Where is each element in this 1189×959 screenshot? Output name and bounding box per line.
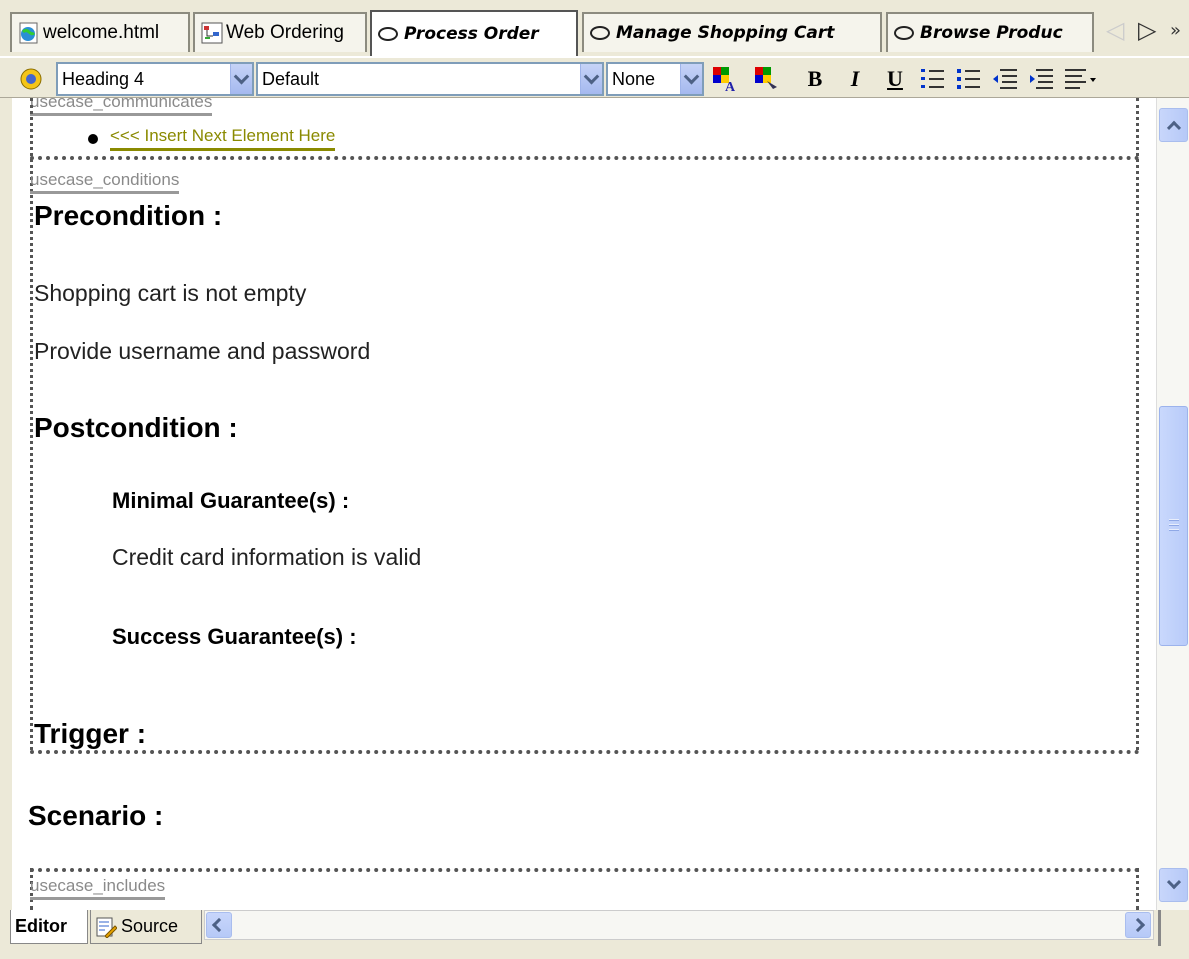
- tab-manage-shopping-cart[interactable]: Manage Shopping Cart: [582, 12, 882, 52]
- insert-next-element-placeholder[interactable]: <<< Insert Next Element Here: [110, 126, 336, 151]
- tab-web-ordering[interactable]: Web Ordering: [193, 12, 367, 52]
- scroll-right-button[interactable]: [1125, 912, 1151, 938]
- tab-source[interactable]: Source: [90, 910, 202, 944]
- tab-scroll-right-icon[interactable]: ▷: [1138, 16, 1156, 44]
- tab-label: Process Order: [404, 24, 539, 44]
- usecase-oval-icon: [894, 26, 914, 40]
- document-editor[interactable]: usecase_communicates <<< Insert Next Ele…: [12, 98, 1156, 910]
- tab-label: welcome.html: [43, 22, 160, 43]
- horizontal-scrollbar[interactable]: [204, 910, 1154, 940]
- region-border-left: [30, 98, 33, 750]
- tab-browse-products[interactable]: Browse Produc: [886, 12, 1094, 52]
- region-border-right: [1136, 868, 1139, 910]
- vertical-scrollbar[interactable]: [1156, 98, 1189, 910]
- tab-scroll-left-icon[interactable]: ◁: [1106, 16, 1124, 44]
- paragraph-style-value: Heading 4: [62, 69, 145, 89]
- resize-handle[interactable]: [1153, 910, 1161, 946]
- usecase-oval-icon: [378, 27, 398, 41]
- document-tab-strip: welcome.html Web Ordering Process Order …: [0, 0, 1189, 56]
- tab-label: Web Ordering: [226, 22, 344, 43]
- underline-button[interactable]: U: [880, 64, 910, 94]
- region-divider: [30, 156, 1140, 160]
- bold-button[interactable]: B: [800, 64, 830, 94]
- vertical-scroll-thumb[interactable]: [1159, 406, 1188, 646]
- tab-welcome-html[interactable]: welcome.html: [10, 12, 190, 52]
- align-menu-icon[interactable]: [1062, 64, 1102, 94]
- bullet-list-icon[interactable]: [954, 64, 984, 94]
- tab-overflow-chevron-icon[interactable]: »: [1170, 20, 1181, 41]
- usecase-oval-icon: [590, 26, 610, 40]
- tab-editor-label: Editor: [15, 916, 67, 936]
- bullet-icon: [88, 134, 98, 144]
- diagram-icon: [201, 22, 223, 44]
- scenario-heading: Scenario :: [28, 800, 164, 831]
- scroll-left-button[interactable]: [206, 912, 232, 938]
- usecase-communicates-label: usecase_communicates: [30, 98, 213, 116]
- tab-editor[interactable]: Editor: [10, 910, 88, 944]
- chevron-down-icon: [1166, 875, 1181, 890]
- svg-text:A: A: [725, 80, 736, 93]
- tab-source-label: Source: [121, 916, 179, 936]
- precondition-item: Shopping cart is not empty: [34, 280, 307, 306]
- source-edit-icon: [95, 916, 117, 938]
- minimal-guarantee-text: Credit card information is valid: [112, 544, 422, 570]
- size-select[interactable]: None: [606, 62, 704, 96]
- success-guarantee-heading: Success Guarantee(s) :: [112, 624, 357, 649]
- chevron-right-icon: [1130, 917, 1146, 933]
- grip-line: [1169, 524, 1179, 526]
- trigger-heading: Trigger :: [34, 718, 147, 749]
- scroll-up-button[interactable]: [1159, 108, 1188, 142]
- region-divider: [30, 750, 1140, 754]
- font-select[interactable]: Default: [256, 62, 604, 96]
- grip-line: [1169, 519, 1179, 521]
- tab-label: Browse Produc: [920, 23, 1063, 43]
- numbered-list-icon[interactable]: [918, 64, 948, 94]
- paragraph-style-select[interactable]: Heading 4: [56, 62, 254, 96]
- region-border-right: [1136, 98, 1139, 750]
- region-divider: [30, 868, 1140, 872]
- size-value: None: [612, 69, 656, 89]
- text-color-icon[interactable]: A: [710, 64, 740, 94]
- precondition-heading: Precondition :: [34, 200, 223, 231]
- highlight-color-icon[interactable]: [752, 64, 782, 94]
- chevron-down-icon[interactable]: [580, 64, 602, 94]
- format-toolbar: Heading 4 Default None A B I U: [0, 56, 1189, 98]
- usecase-includes-label: usecase_includes: [30, 876, 166, 900]
- globe-document-icon: [18, 22, 40, 44]
- scroll-down-button[interactable]: [1159, 868, 1188, 902]
- indent-icon[interactable]: [1026, 64, 1056, 94]
- chevron-down-icon[interactable]: [230, 64, 252, 94]
- precondition-item: Provide username and password: [34, 338, 371, 364]
- chevron-left-icon: [211, 917, 227, 933]
- usecase-conditions-label: usecase_conditions: [30, 170, 180, 194]
- postcondition-heading: Postcondition :: [34, 412, 238, 443]
- italic-button[interactable]: I: [840, 64, 870, 94]
- chevron-down-icon[interactable]: [680, 64, 702, 94]
- style-wizard-icon[interactable]: [16, 64, 46, 94]
- outdent-icon[interactable]: [990, 64, 1020, 94]
- chevron-up-icon: [1166, 120, 1181, 135]
- grip-line: [1169, 529, 1179, 531]
- tab-label: Manage Shopping Cart: [616, 23, 835, 43]
- minimal-guarantee-heading: Minimal Guarantee(s) :: [112, 488, 350, 513]
- tab-process-order[interactable]: Process Order: [370, 10, 578, 56]
- editor-view-tabs: Editor Source: [0, 910, 1189, 959]
- font-value: Default: [262, 69, 320, 89]
